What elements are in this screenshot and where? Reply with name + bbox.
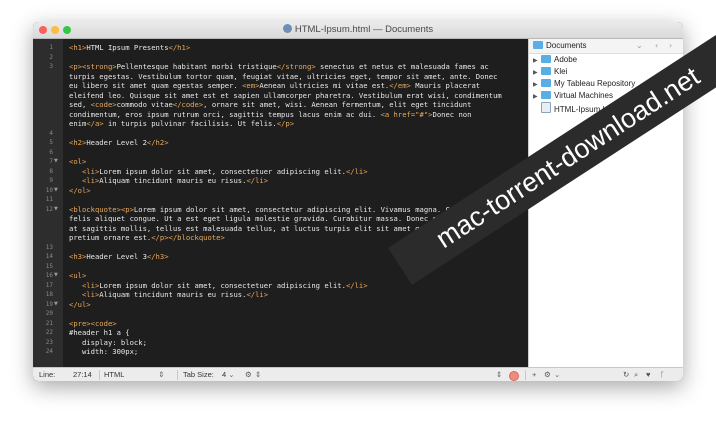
search-icon[interactable]: ⌕ bbox=[634, 370, 638, 380]
refresh-icon[interactable]: ↻ bbox=[623, 370, 629, 379]
window-title: HTML-Ipsum.html — Documents bbox=[33, 24, 683, 35]
code-line: eleifend leo. Quisque sit amet est et sa… bbox=[69, 90, 502, 100]
add-icon[interactable]: + bbox=[532, 370, 536, 379]
line-number: 20 bbox=[45, 310, 53, 317]
line-number: 19 bbox=[45, 300, 53, 308]
line-label: Line: bbox=[39, 370, 56, 379]
sidebar-item-klei[interactable]: ▶ Klei bbox=[533, 66, 567, 78]
folder-icon bbox=[541, 79, 551, 87]
line-number: 21 bbox=[45, 319, 53, 327]
line-number: 17 bbox=[45, 281, 53, 289]
sidebar-header: Documents ⌄ ‹ › bbox=[529, 39, 683, 54]
sidebar-item-virtual-machines[interactable]: ▶ Virtual Machines bbox=[533, 90, 613, 102]
chevron-down-icon[interactable]: ⌄ bbox=[636, 41, 643, 50]
line-number: 18 bbox=[45, 291, 53, 298]
code-line: turpis egestas. Vestibulum tortor quam, … bbox=[69, 71, 498, 81]
chevron-down-icon: ⌄ bbox=[228, 370, 235, 379]
sidebar-item-my-tableau-repository[interactable]: ▶ My Tableau Repository bbox=[533, 78, 635, 90]
line-number: 16 bbox=[45, 272, 53, 279]
code-editor[interactable]: 1 2 3 4 5 6 7 ▼ 8 9 10 ▼ 11 12 ▼ 13 14 15 16 ▼ 17 18 19 ▼ 20 21 22… bbox=[33, 39, 528, 367]
fold-toggle-icon[interactable]: ▼ bbox=[54, 300, 58, 310]
line-number: 5 bbox=[49, 139, 53, 146]
line-number: 6 bbox=[49, 148, 53, 156]
code-line: <h1>HTML Ipsum Presents</h1> bbox=[69, 43, 191, 52]
cursor-position[interactable]: 27:14 bbox=[73, 370, 92, 379]
folder-icon bbox=[541, 91, 551, 99]
stepper-icon: ⇕ bbox=[158, 370, 165, 379]
code-line: display: block; bbox=[69, 337, 147, 347]
document-icon bbox=[282, 24, 292, 33]
line-number: 3 bbox=[49, 63, 53, 70]
code-line: eu libero sit amet quam egestas semper. … bbox=[69, 81, 481, 90]
code-line: <ul> bbox=[69, 271, 87, 280]
folder-icon bbox=[533, 41, 543, 49]
line-number: 13 bbox=[45, 243, 53, 251]
code-line: <li>Aliquam tincidunt mauris eu risus.</… bbox=[81, 176, 269, 185]
code-line: enim</a> in turpis pulvinar facilisis. U… bbox=[69, 119, 295, 128]
line-number: 9 bbox=[49, 177, 53, 184]
line-number: 1 bbox=[49, 44, 53, 51]
code-line: <p><strong>Pellentesque habitant morbi t… bbox=[69, 62, 489, 71]
code-line: <blockquote><p>Lorem ipsum dolor sit ame… bbox=[69, 204, 502, 214]
fold-toggle-icon[interactable]: ▼ bbox=[54, 271, 58, 281]
fold-toggle-icon[interactable]: ▼ bbox=[54, 157, 58, 167]
code-line: sed, <code>commodo vitae</code>, ornare … bbox=[69, 100, 472, 109]
line-number: 12 bbox=[45, 205, 53, 213]
title-bar: HTML-Ipsum.html — Documents bbox=[33, 22, 683, 39]
forward-button[interactable]: › bbox=[669, 41, 672, 50]
divider bbox=[177, 370, 178, 380]
back-button[interactable]: ‹ bbox=[655, 41, 658, 50]
code-line: </ol> bbox=[69, 185, 91, 195]
code-line: condimentum, eros ipsum rutrum orci, sag… bbox=[69, 109, 472, 119]
code-line: <li>Lorem ipsum dolor sit amet, consecte… bbox=[81, 166, 368, 176]
code-line: <li>Lorem ipsum dolor sit amet, consecte… bbox=[81, 280, 368, 290]
line-number: 24 bbox=[45, 348, 53, 355]
line-number: 11 bbox=[45, 196, 53, 203]
record-icon[interactable] bbox=[509, 371, 519, 381]
code-line: <h2>Header Level 2</h2> bbox=[69, 138, 169, 147]
code-line: pretium ornare est.</p></blockquote> bbox=[69, 233, 225, 242]
sidebar-item-adobe[interactable]: ▶ Adobe bbox=[533, 54, 577, 66]
tab-size-selector[interactable]: 4 ⌄ bbox=[222, 370, 235, 379]
divider bbox=[99, 370, 100, 380]
code-line: <ol> bbox=[69, 157, 87, 166]
status-bar: Line: 27:14 HTML ⇕ Tab Size: 4 ⌄ ⚙ ⇕ ⇕ +… bbox=[33, 367, 683, 381]
tab-size-label: Tab Size: bbox=[183, 370, 214, 379]
folder-icon bbox=[541, 67, 551, 75]
code-line: <h3>Header Level 3</h3> bbox=[69, 252, 169, 261]
line-number: 10 bbox=[45, 186, 53, 194]
line-number: 15 bbox=[45, 262, 53, 270]
line-number: 14 bbox=[45, 253, 53, 260]
fold-toggle-icon[interactable]: ▼ bbox=[54, 205, 58, 215]
line-number-gutter: 1 2 3 4 5 6 7 ▼ 8 9 10 ▼ 11 12 ▼ 13 14 15 16 ▼ 17 18 19 ▼ 20 21 22… bbox=[33, 39, 63, 367]
code-line: #header h1 a { bbox=[69, 328, 130, 337]
line-number: 22 bbox=[45, 329, 53, 336]
chevron-down-icon[interactable]: ⌄ bbox=[554, 370, 560, 379]
code-line: </ul> bbox=[69, 299, 91, 309]
line-number: 8 bbox=[49, 167, 53, 175]
html-file-icon bbox=[541, 102, 551, 113]
code-line: width: 300px; bbox=[69, 347, 139, 356]
code-line: <pre><code> bbox=[69, 318, 117, 328]
editor-window: HTML-Ipsum.html — Documents 1 2 3 4 5 6 7 ▼ 8 9 10… bbox=[33, 22, 683, 381]
syntax-mode-selector[interactable]: HTML ⇕ bbox=[104, 370, 165, 379]
heart-icon[interactable]: ♥ bbox=[646, 370, 650, 379]
line-number: 2 bbox=[49, 53, 53, 61]
source-control-icon[interactable]: ᚴ bbox=[660, 370, 665, 379]
gear-icon[interactable]: ⚙ bbox=[245, 370, 252, 379]
line-number: 4 bbox=[49, 129, 53, 137]
line-number: 7 bbox=[49, 158, 53, 165]
gear-icon[interactable]: ⚙ bbox=[544, 370, 551, 379]
divider bbox=[525, 370, 526, 380]
stepper-icon: ⇕ bbox=[255, 370, 262, 379]
stepper-icon: ⇕ bbox=[496, 370, 503, 379]
line-number: 23 bbox=[45, 338, 53, 346]
code-line: <li>Aliquam tincidunt mauris eu risus.</… bbox=[81, 290, 269, 299]
folder-icon bbox=[541, 55, 551, 63]
sidebar-folder-title[interactable]: Documents bbox=[533, 41, 586, 50]
fold-toggle-icon[interactable]: ▼ bbox=[54, 186, 58, 196]
